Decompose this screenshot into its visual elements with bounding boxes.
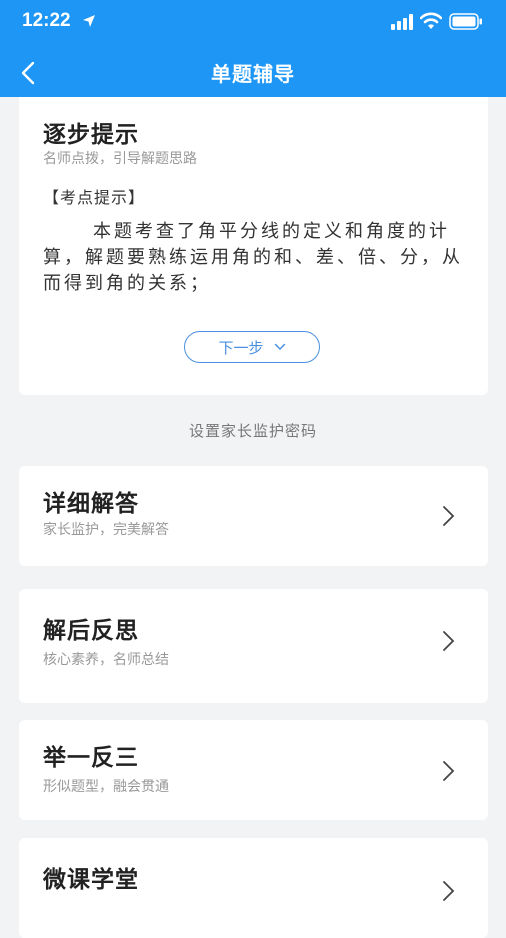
status-time: 12:22 (22, 10, 71, 31)
hint-body-text: 本题考查了角平分线的定义和角度的计算，解题要熟练运用角的和、差、倍、分，从而得到… (43, 221, 463, 294)
menu-card-subtitle: 家长监护，完美解答 (43, 522, 169, 538)
hint-tag: 【考点提示】 (43, 188, 146, 207)
set-parent-password-link[interactable]: 设置家长监护密码 (0, 420, 506, 441)
hint-card-subtitle: 名师点拨，引导解题思路 (43, 151, 197, 167)
hint-card-title: 逐步提示 (43, 122, 139, 148)
menu-card-micro-lesson[interactable]: 微课学堂 (19, 838, 488, 938)
app-header: 12:22 单题辅导 (0, 0, 506, 97)
menu-card-subtitle: 核心素养，名师总结 (43, 652, 169, 668)
menu-card-practice[interactable]: 举一反三 形似题型，融会贯通 (19, 720, 488, 820)
step-hint-card: 逐步提示 名师点拨，引导解题思路 【考点提示】 本题考查了角平分线的定义和角度的… (19, 97, 488, 395)
chevron-right-icon (443, 631, 455, 651)
wifi-icon (420, 12, 442, 29)
menu-card-title: 解后反思 (43, 618, 139, 644)
menu-card-title: 举一反三 (43, 745, 139, 771)
next-step-button[interactable]: 下一步 (184, 331, 320, 363)
menu-card-detailed-answer[interactable]: 详细解答 家长监护，完美解答 (19, 466, 488, 566)
menu-card-title: 详细解答 (43, 491, 139, 517)
chevron-right-icon (443, 881, 455, 901)
page-title: 单题辅导 (211, 62, 295, 86)
chevron-right-icon (443, 506, 455, 526)
location-arrow-icon (83, 15, 95, 27)
menu-card-title: 微课学堂 (43, 867, 139, 893)
battery-icon (449, 13, 482, 30)
chevron-right-icon (443, 761, 455, 781)
next-step-label: 下一步 (218, 338, 264, 357)
menu-card-subtitle: 形似题型，融会贯通 (43, 779, 169, 795)
cellular-signal-icon (391, 14, 413, 30)
chevron-down-icon (274, 343, 285, 351)
status-bar: 12:22 (0, 0, 506, 46)
menu-card-reflection[interactable]: 解后反思 核心素养，名师总结 (19, 589, 488, 703)
